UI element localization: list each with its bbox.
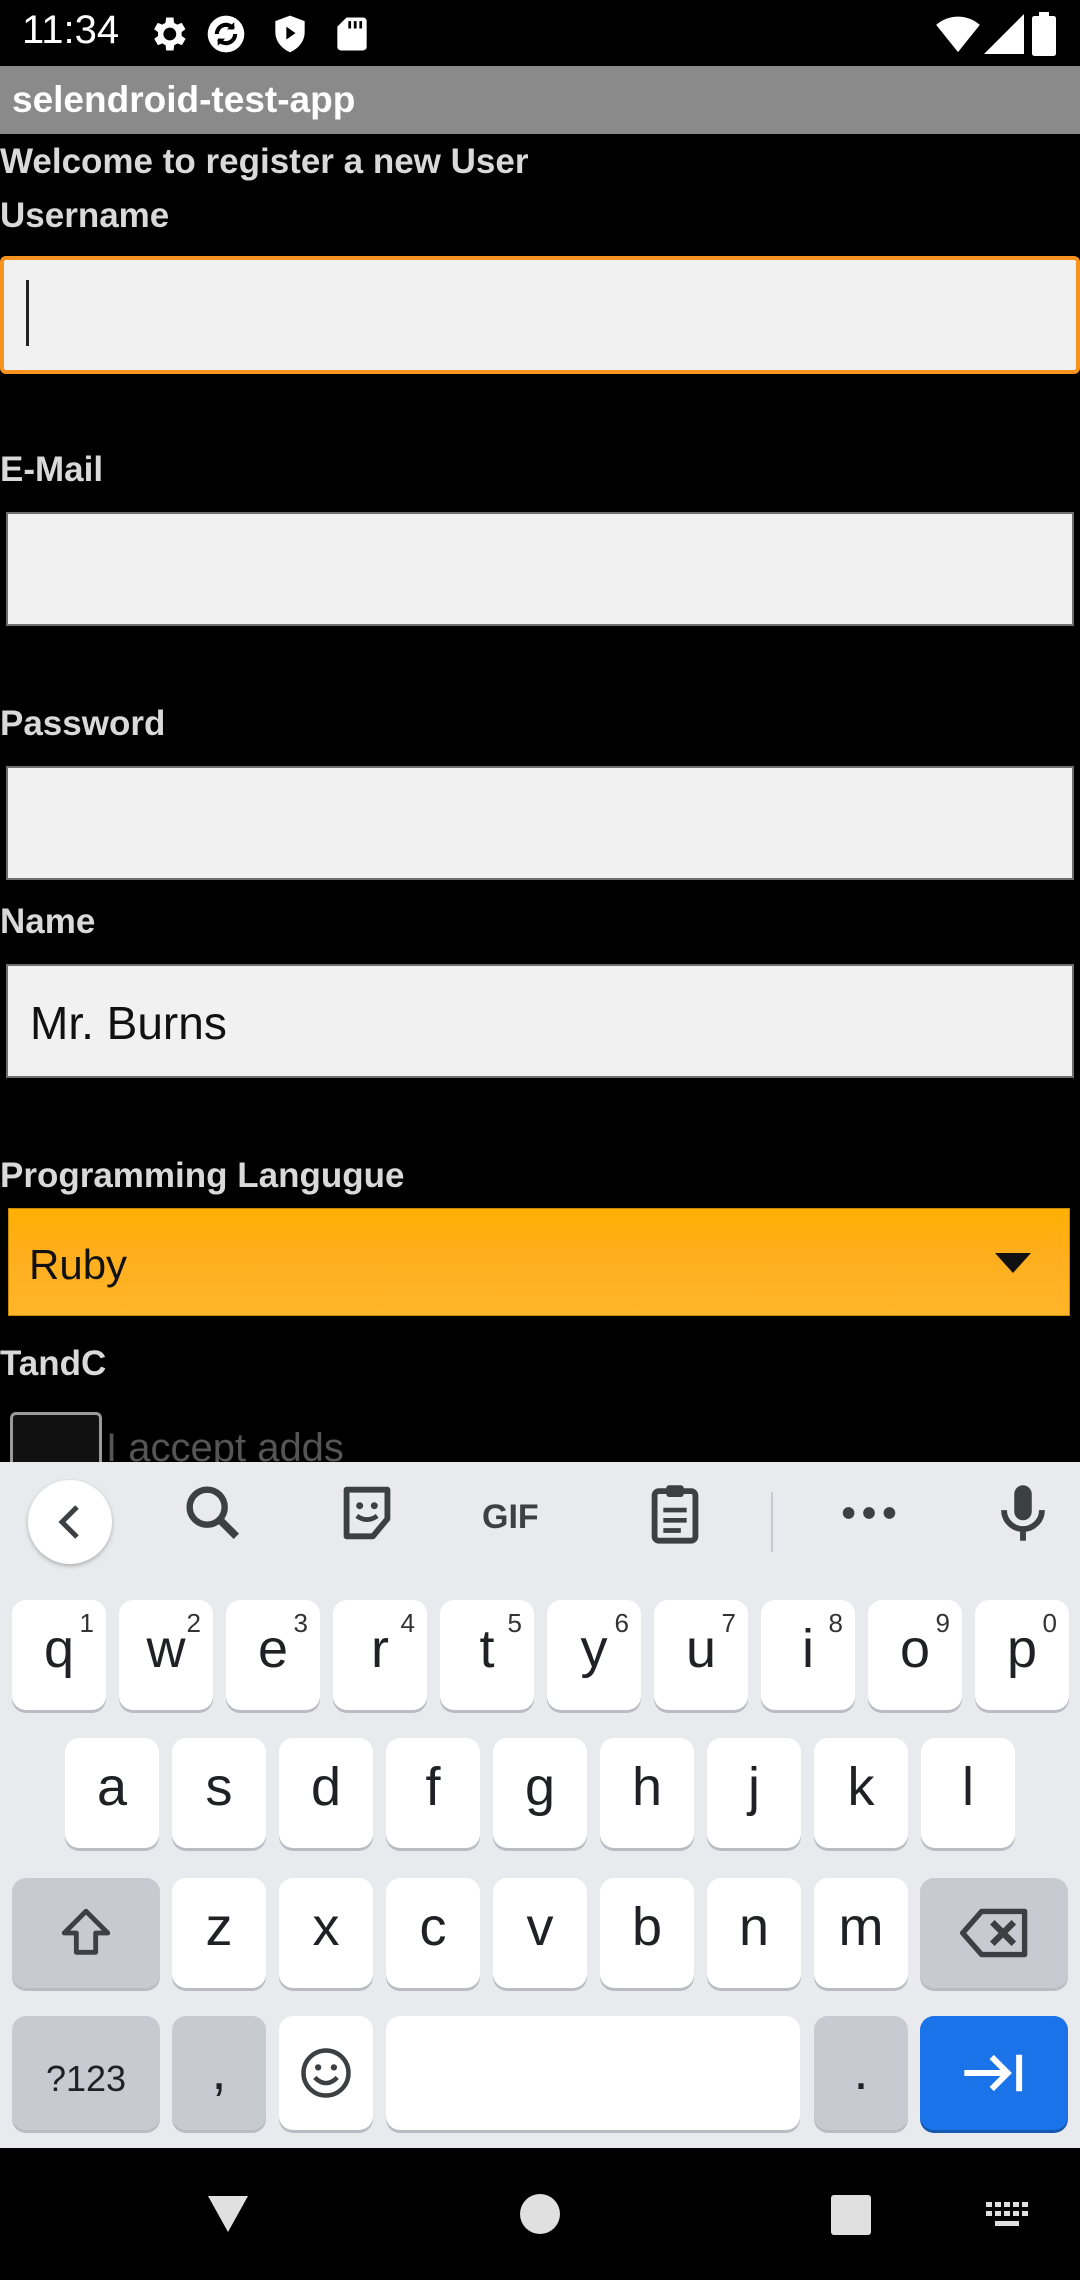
gif-button[interactable]: GIF — [482, 1498, 539, 1537]
key-e[interactable]: e3 — [226, 1600, 320, 1710]
backspace-icon — [960, 1908, 1028, 1958]
key-r[interactable]: r4 — [333, 1600, 427, 1710]
next-key[interactable] — [920, 2016, 1068, 2130]
dropdown-arrow-icon — [995, 1253, 1031, 1273]
status-time: 11:34 — [22, 8, 120, 52]
text-cursor — [26, 280, 29, 346]
play-protect-icon — [275, 15, 305, 53]
key-d[interactable]: d — [279, 1738, 373, 1848]
clipboard-icon[interactable] — [640, 1478, 710, 1548]
key-w[interactable]: w2 — [119, 1600, 213, 1710]
key-t[interactable]: t5 — [440, 1600, 534, 1710]
comma-key[interactable]: , — [172, 2016, 266, 2130]
shift-key[interactable] — [12, 1878, 160, 1988]
key-n[interactable]: n — [707, 1878, 801, 1988]
key-c[interactable]: c — [386, 1878, 480, 1988]
username-label: Username — [0, 196, 170, 235]
username-input[interactable] — [0, 256, 1080, 374]
toolbar-divider — [771, 1492, 773, 1552]
key-i[interactable]: i8 — [761, 1600, 855, 1710]
key-h[interactable]: h — [600, 1738, 694, 1848]
back-chevron-icon — [58, 1505, 79, 1539]
key-u[interactable]: u7 — [654, 1600, 748, 1710]
accept-label: I accept adds — [106, 1426, 344, 1462]
key-m[interactable]: m — [814, 1878, 908, 1988]
period-key[interactable]: . — [814, 2016, 908, 2130]
email-label: E-Mail — [0, 450, 104, 489]
key-f[interactable]: f — [386, 1738, 480, 1848]
key-k[interactable]: k — [814, 1738, 908, 1848]
key-l[interactable]: l — [921, 1738, 1015, 1848]
back-icon[interactable] — [206, 2192, 250, 2236]
next-field-icon — [964, 2054, 1023, 2092]
key-v[interactable]: v — [493, 1878, 587, 1988]
language-value: Ruby — [29, 1241, 128, 1288]
keyboard-switch-icon[interactable] — [986, 2202, 1028, 2230]
backspace-key[interactable] — [920, 1878, 1068, 1988]
symbols-key[interactable]: ?123 — [12, 2016, 160, 2130]
signal-icon — [984, 14, 1024, 54]
home-icon[interactable] — [518, 2192, 562, 2236]
more-icon[interactable] — [834, 1478, 904, 1548]
spacebar-key[interactable] — [386, 2016, 800, 2130]
sync-icon — [207, 15, 245, 53]
name-value: Mr. Burns — [30, 997, 227, 1049]
key-p[interactable]: p0 — [975, 1600, 1069, 1710]
key-b[interactable]: b — [600, 1878, 694, 1988]
key-x[interactable]: x — [279, 1878, 373, 1988]
key-y[interactable]: y6 — [547, 1600, 641, 1710]
key-a[interactable]: a — [65, 1738, 159, 1848]
shift-icon — [61, 1908, 111, 1955]
key-s[interactable]: s — [172, 1738, 266, 1848]
battery-icon — [1032, 12, 1056, 56]
key-q[interactable]: q1 — [12, 1600, 106, 1710]
sd-card-icon — [337, 17, 367, 51]
name-label: Name — [0, 902, 96, 941]
key-j[interactable]: j — [707, 1738, 801, 1848]
welcome-text: Welcome to register a new User — [0, 142, 529, 181]
recents-icon[interactable] — [830, 2194, 872, 2236]
mic-icon[interactable] — [988, 1478, 1058, 1548]
tandc-label: TandC — [0, 1344, 107, 1383]
back-chevron-button[interactable] — [28, 1480, 112, 1564]
key-o[interactable]: o9 — [868, 1600, 962, 1710]
accept-checkbox[interactable] — [10, 1412, 102, 1465]
wifi-icon — [936, 16, 980, 53]
settings-icon — [154, 17, 186, 51]
emoji-key[interactable] — [279, 2016, 373, 2130]
key-g[interactable]: g — [493, 1738, 587, 1848]
name-input[interactable]: Mr. Burns — [6, 964, 1074, 1078]
search-icon[interactable] — [178, 1478, 248, 1548]
sticker-icon[interactable] — [332, 1478, 402, 1548]
app-title: selendroid-test-app — [12, 79, 356, 120]
language-label: Programming Langugue — [0, 1156, 405, 1195]
email-input[interactable] — [6, 512, 1074, 626]
emoji-icon — [301, 2048, 351, 2098]
password-label: Password — [0, 704, 166, 743]
key-z[interactable]: z — [172, 1878, 266, 1988]
password-input[interactable] — [6, 766, 1074, 880]
language-spinner[interactable]: Ruby — [8, 1208, 1070, 1316]
